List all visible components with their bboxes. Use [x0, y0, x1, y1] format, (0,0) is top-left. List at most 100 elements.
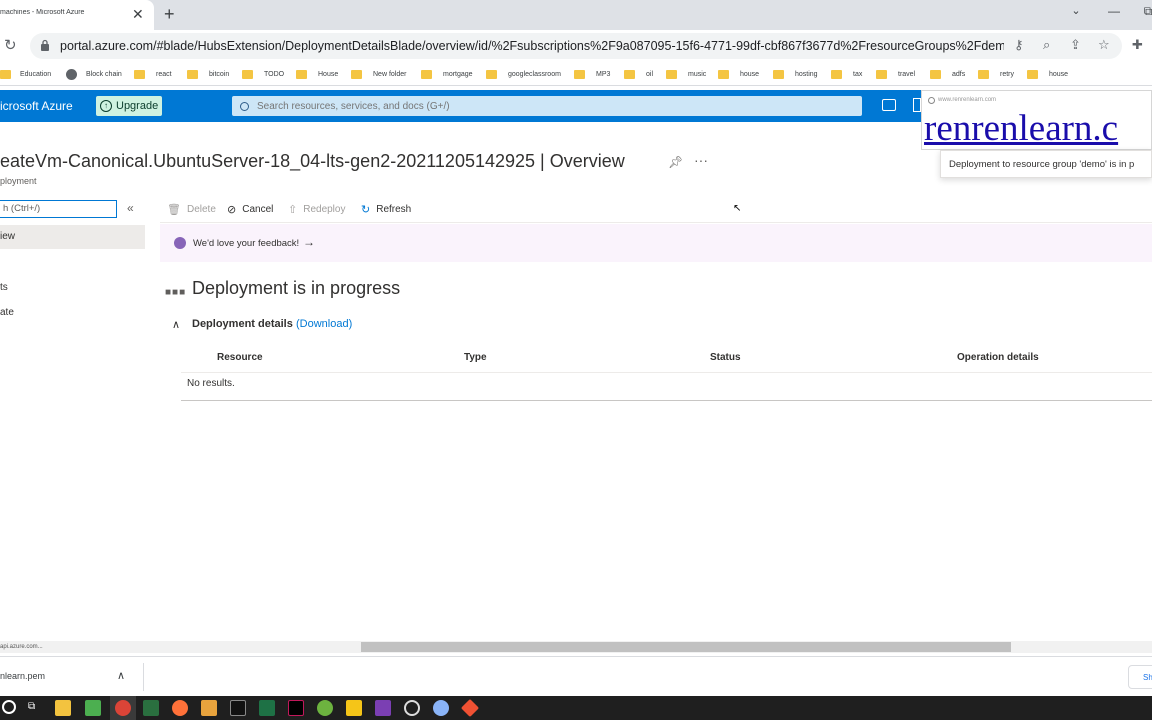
obs-icon[interactable]	[404, 700, 420, 716]
deployment-status-heading: Deployment is in progress	[192, 278, 401, 298]
trash-icon: 🗑︎	[167, 203, 181, 216]
key-icon[interactable]: ⚷	[1014, 37, 1024, 53]
nav-item-overview[interactable]: iew	[0, 225, 145, 249]
terminal-icon[interactable]	[230, 700, 246, 716]
folder-icon	[718, 69, 729, 79]
downloads-bar: nlearn.pem ∧ Sh	[0, 656, 1152, 696]
download-item[interactable]: nlearn.pem	[0, 671, 45, 681]
bookmark-hosting[interactable]: hosting	[773, 67, 818, 81]
rocket-icon	[174, 237, 186, 249]
postman-icon[interactable]	[346, 700, 362, 716]
upgrade-button[interactable]: ↑ Upgrade	[96, 96, 162, 116]
chevron-up-icon[interactable]: ∧	[172, 318, 180, 331]
bookmark-oil[interactable]: oil	[624, 67, 653, 81]
bookmark-block-chain[interactable]: Block chain	[66, 67, 122, 81]
column-header-type[interactable]: Type	[464, 352, 487, 363]
bookmark-googleclassroom[interactable]: googleclassroom	[486, 67, 561, 81]
bookmark-house-3[interactable]: house	[1027, 67, 1068, 81]
bookmark-music[interactable]: music	[666, 67, 706, 81]
browser-toolbar: ↻ portal.azure.com/#blade/HubsExtension/…	[0, 30, 1152, 62]
bookmark-todo[interactable]: TODO	[242, 67, 284, 81]
maximize-button[interactable]: ⧉	[1138, 4, 1152, 19]
column-header-resource[interactable]: Resource	[217, 352, 263, 363]
horizontal-scrollbar[interactable]	[90, 641, 1152, 653]
show-all-button[interactable]: Sh	[1128, 665, 1152, 689]
file-explorer-icon[interactable]	[55, 700, 71, 716]
folder-icon	[296, 69, 307, 79]
tab-title: machines - Microsoft Azure	[0, 9, 85, 16]
calendar-app-icon[interactable]	[85, 700, 101, 716]
directory-filter-icon[interactable]	[913, 98, 921, 112]
address-bar[interactable]: portal.azure.com/#blade/HubsExtension/De…	[30, 33, 1122, 59]
folder-icon	[574, 69, 585, 79]
bookmark-house[interactable]: House	[296, 67, 338, 81]
sublime-icon[interactable]	[201, 700, 217, 716]
global-search[interactable]	[232, 96, 862, 116]
cortana-icon[interactable]	[2, 700, 16, 714]
bookmark-tax[interactable]: tax	[831, 67, 862, 81]
bookmark-mp3[interactable]: MP3	[574, 67, 610, 81]
bookmark-travel[interactable]: travel	[876, 67, 915, 81]
excel-icon[interactable]	[259, 700, 275, 716]
column-header-status[interactable]: Status	[710, 352, 741, 363]
scrollbar-thumb[interactable]	[361, 642, 1011, 652]
deployment-notification[interactable]: Deployment to resource group 'demo' is i…	[940, 150, 1152, 178]
tab-close-icon[interactable]: ✕	[132, 6, 144, 22]
tab-search-icon[interactable]: ⌄	[1066, 4, 1086, 17]
deployment-details-toggle[interactable]: Deployment details	[192, 318, 293, 330]
browser-tab[interactable]: machines - Microsoft Azure ✕	[0, 0, 154, 30]
column-header-operation-details[interactable]: Operation details	[957, 352, 1039, 363]
arrow-right-icon[interactable]: →	[303, 235, 315, 249]
sticky-app-icon[interactable]	[143, 700, 159, 716]
bookmark-new-folder[interactable]: New folder	[351, 67, 406, 81]
bookmark-mortgage[interactable]: mortgage	[421, 67, 473, 81]
bookmark-adfs[interactable]: adfs	[930, 67, 965, 81]
empty-table-message: No results.	[187, 378, 235, 389]
github-icon[interactable]	[433, 700, 449, 716]
more-options-icon[interactable]: ···	[694, 152, 708, 168]
spring-icon[interactable]	[317, 700, 333, 716]
collapse-menu-icon[interactable]: «	[127, 201, 134, 215]
firefox-icon[interactable]	[172, 700, 188, 716]
reload-icon[interactable]: ↻	[4, 36, 17, 54]
globe-icon	[66, 68, 77, 80]
bookmark-react[interactable]: react	[134, 67, 172, 81]
divider	[160, 222, 1152, 223]
nav-item-inputs[interactable]: ts	[0, 282, 8, 293]
redeploy-button[interactable]: ⇧ Redeploy	[288, 202, 345, 216]
search-input[interactable]	[257, 100, 837, 112]
git-icon[interactable]	[460, 698, 480, 718]
pin-icon[interactable]: 📌︎	[668, 155, 683, 169]
bookmark-bitcoin[interactable]: bitcoin	[187, 67, 229, 81]
new-tab-button[interactable]: +	[164, 4, 175, 24]
cancel-button[interactable]: ⊘ Cancel	[227, 202, 273, 216]
cloud-shell-icon[interactable]	[882, 99, 896, 111]
azure-brand[interactable]: icrosoft Azure	[0, 99, 73, 113]
chevron-up-icon[interactable]: ∧	[117, 669, 125, 682]
cancel-icon: ⊘	[227, 203, 237, 216]
lock-icon[interactable]	[40, 39, 50, 51]
refresh-button[interactable]: ↻ Refresh	[361, 202, 411, 216]
menu-search-input[interactable]: h (Ctrl+/)	[0, 200, 117, 218]
nav-item-template[interactable]: ate	[0, 307, 14, 318]
folder-icon	[930, 69, 941, 79]
folder-icon	[0, 69, 11, 79]
share-icon[interactable]: ⇪	[1070, 37, 1081, 53]
zoom-icon[interactable]: ⌕	[1043, 37, 1050, 53]
url-text[interactable]: portal.azure.com/#blade/HubsExtension/De…	[60, 39, 1004, 53]
minimize-button[interactable]: —	[1104, 4, 1124, 18]
visual-studio-icon[interactable]	[375, 700, 391, 716]
bookmark-house-2[interactable]: house	[718, 67, 759, 81]
folder-icon	[1027, 69, 1038, 79]
bookmark-education[interactable]: Education	[0, 67, 51, 81]
download-link[interactable]: (Download)	[296, 318, 352, 330]
chrome-icon[interactable]	[115, 700, 131, 716]
bookmark-retry[interactable]: retry	[978, 67, 1014, 81]
delete-button[interactable]: 🗑︎ Delete	[167, 202, 216, 216]
intellij-icon[interactable]	[288, 700, 304, 716]
extensions-icon[interactable]: ✚	[1132, 37, 1143, 53]
feedback-banner[interactable]: We'd love your feedback! →	[160, 224, 1152, 262]
task-view-icon[interactable]: ⧉	[28, 701, 35, 712]
arrow-up-icon: ↑	[100, 100, 112, 112]
star-icon[interactable]: ☆	[1098, 37, 1110, 53]
